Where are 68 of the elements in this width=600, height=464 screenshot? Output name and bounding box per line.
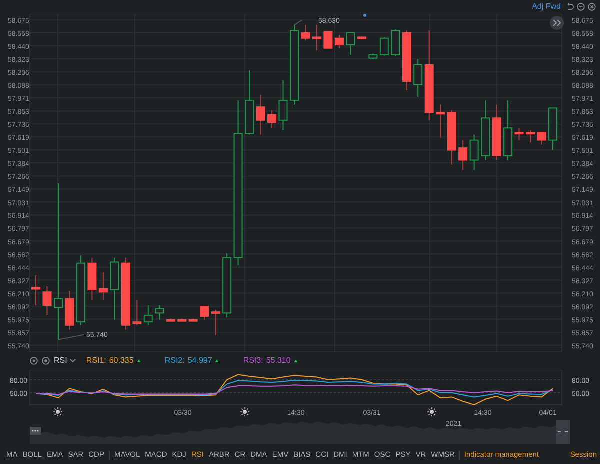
candle <box>346 32 356 56</box>
navigator-left-handle[interactable] <box>30 427 41 435</box>
candle <box>42 286 52 316</box>
candle <box>312 24 322 52</box>
sun-icon <box>53 407 63 417</box>
candle <box>514 128 524 141</box>
candle <box>32 275 40 306</box>
candle <box>155 304 164 320</box>
candle <box>470 134 479 171</box>
minus-circle-icon[interactable] <box>577 3 585 11</box>
candle <box>166 318 176 322</box>
settings-icon[interactable] <box>30 357 38 365</box>
close-circle-icon[interactable] <box>588 3 596 11</box>
candle <box>188 318 198 322</box>
candle <box>537 132 546 146</box>
up-triangle-icon <box>136 359 141 363</box>
candle <box>458 140 468 171</box>
candle <box>481 100 490 161</box>
candle <box>256 94 266 136</box>
candle <box>132 299 142 326</box>
undo-icon[interactable] <box>566 3 574 11</box>
indicator-dropdown[interactable]: RSI <box>54 355 76 367</box>
up-triangle-icon <box>294 359 298 363</box>
sun-icon <box>427 407 437 417</box>
candle <box>526 130 536 144</box>
candle <box>414 58 423 98</box>
candle <box>368 53 378 60</box>
target-icon[interactable] <box>42 357 50 365</box>
candle <box>380 36 389 57</box>
leader-line <box>294 20 303 26</box>
candle <box>200 306 210 320</box>
candle <box>391 29 400 57</box>
candle <box>334 34 344 49</box>
rsi-legend-value: 54.997 <box>188 355 212 367</box>
candle <box>447 110 456 166</box>
navigator-right-handle[interactable] <box>556 420 570 444</box>
candle <box>144 304 153 326</box>
candle <box>301 24 310 42</box>
candle <box>65 290 74 330</box>
rsi-legend-name: RSI2: <box>164 355 185 367</box>
marker-dot <box>364 14 366 17</box>
candle <box>324 31 333 49</box>
candle <box>98 272 108 300</box>
rsi-legend-value: 60.335 <box>109 355 134 367</box>
candle <box>88 257 97 300</box>
candle <box>178 318 187 322</box>
candle <box>357 36 366 40</box>
candle <box>110 257 120 320</box>
candle <box>278 80 288 131</box>
sun-icon <box>240 407 250 417</box>
candle <box>548 108 558 151</box>
candle <box>504 100 513 161</box>
candle <box>76 255 86 326</box>
rsi-legend-name: RSI1: <box>86 355 106 367</box>
rsi-legend-name: RSI3: <box>243 355 264 367</box>
candle <box>268 110 277 129</box>
candle <box>211 309 220 336</box>
candle <box>402 30 412 91</box>
candle <box>245 70 254 136</box>
up-triangle-icon <box>215 359 220 363</box>
candle <box>436 104 446 139</box>
adjust-forward-button[interactable]: Adj Fwd <box>532 1 561 13</box>
leader-line <box>58 334 85 340</box>
candle <box>222 252 232 318</box>
expand-icon[interactable] <box>550 16 564 30</box>
candle <box>492 104 502 161</box>
rsi-legend-value: 55.310 <box>266 355 291 367</box>
chevron-down-icon <box>70 359 76 363</box>
